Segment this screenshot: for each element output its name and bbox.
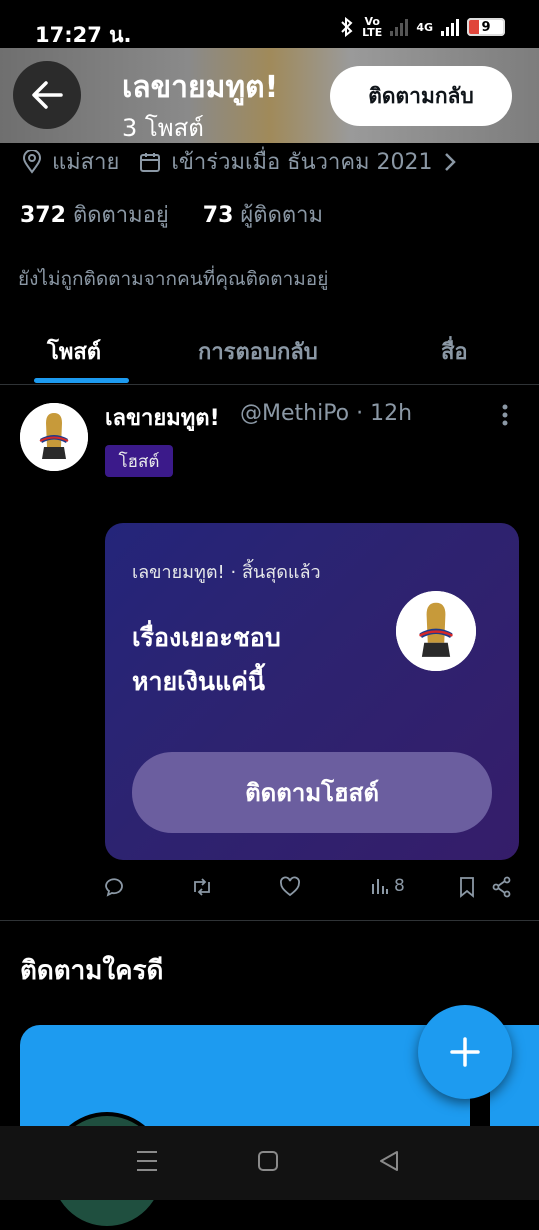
tab-media[interactable]: สื่อ	[441, 334, 468, 369]
repost-icon	[194, 878, 210, 896]
profile-meta: แม่สาย เข้าร่วมเมื่อ ธันวาคม 2021	[22, 144, 457, 179]
share-icon	[492, 876, 511, 898]
follow-counts: 372 ติดตามอยู่ 73 ผู้ติดตาม	[20, 197, 323, 232]
volte-indicator: Vo LTE	[362, 15, 383, 39]
follow-back-button[interactable]: ติดตามกลับ	[330, 66, 512, 126]
arrow-left-icon	[32, 81, 63, 109]
signal-sim1-icon	[390, 18, 409, 36]
who-to-follow-title: ติดตามใครดี	[20, 956, 164, 986]
followers-count: 73	[202, 203, 234, 228]
views-chart-icon	[372, 879, 388, 894]
active-tab-indicator	[34, 378, 129, 383]
compose-button[interactable]	[418, 1005, 512, 1099]
space-meta: เลขายมทูต! · สิ้นสุดแล้ว	[132, 562, 321, 583]
menu-lines-icon	[137, 1151, 157, 1171]
trophy-logo-image	[396, 591, 476, 671]
tabs-divider	[0, 384, 539, 385]
profile-joined: เข้าร่วมเมื่อ ธันวาคม 2021	[171, 150, 433, 175]
not-followed-note: ยังไม่ถูกติดตามจากคนที่คุณติดตามอยู่	[18, 268, 329, 290]
repost-button[interactable]	[190, 876, 214, 898]
bookmark-button[interactable]	[458, 876, 476, 898]
back-nav-button[interactable]	[377, 1148, 401, 1178]
followers-label: ผู้ติดตาม	[240, 203, 323, 228]
reply-icon	[105, 878, 123, 897]
trophy-logo-image	[20, 403, 88, 471]
calendar-icon	[140, 152, 161, 172]
followers-link[interactable]: 73 ผู้ติดตาม	[203, 203, 323, 228]
author-avatar[interactable]	[20, 403, 88, 471]
space-title: เรื่องเยอะชอบ หายเงินแค่นี้	[132, 623, 281, 696]
post-count: 3 โพสต์	[122, 114, 204, 142]
post-author-name[interactable]: เลขายมทูต!	[105, 400, 220, 435]
bookmark-icon	[460, 877, 474, 898]
battery-icon: 9	[467, 18, 505, 36]
space-host-avatar	[396, 591, 476, 671]
space-card[interactable]: เลขายมทูต! · สิ้นสุดแล้ว เรื่องเยอะชอบ ห…	[105, 523, 519, 860]
more-options-button[interactable]	[495, 400, 515, 434]
following-link[interactable]: 372 ติดตามอยู่	[20, 203, 176, 228]
network-type: 4G	[416, 20, 433, 34]
host-badge: โฮสต์	[105, 445, 173, 477]
tab-replies[interactable]: การตอบกลับ	[198, 334, 318, 369]
home-button[interactable]	[257, 1148, 279, 1178]
square-icon	[258, 1151, 278, 1171]
views-button[interactable]: 8	[371, 876, 405, 896]
post-handle-time: @MethiPo · 12h	[240, 401, 413, 426]
following-label: ติดตามอยู่	[72, 203, 169, 228]
recent-apps-button[interactable]	[135, 1148, 159, 1178]
tab-posts[interactable]: โพสต์	[47, 334, 101, 369]
triangle-back-icon	[380, 1151, 398, 1171]
profile-location: แม่สาย	[52, 150, 120, 175]
signal-sim2-icon	[441, 18, 459, 36]
following-count: 372	[20, 203, 66, 228]
reply-button[interactable]	[103, 876, 125, 898]
plus-icon	[450, 1037, 480, 1067]
like-button[interactable]	[279, 876, 301, 898]
location-pin-icon	[22, 149, 42, 174]
follow-host-button[interactable]: ติดตามโฮสต์	[132, 752, 492, 833]
profile-header: เลขายมทูต! 3 โพสต์ ติดตามกลับ	[0, 48, 539, 143]
heart-icon	[280, 876, 300, 897]
back-button[interactable]	[13, 61, 81, 129]
chevron-right-icon[interactable]	[443, 151, 457, 173]
status-icons: Vo LTE 4G 9	[340, 16, 505, 38]
section-divider	[0, 920, 539, 921]
page-title: เลขายมทูต!	[122, 70, 279, 105]
bluetooth-icon	[341, 17, 353, 37]
views-count: 8	[394, 876, 405, 896]
share-button[interactable]	[492, 876, 512, 898]
more-vertical-icon	[502, 404, 508, 426]
